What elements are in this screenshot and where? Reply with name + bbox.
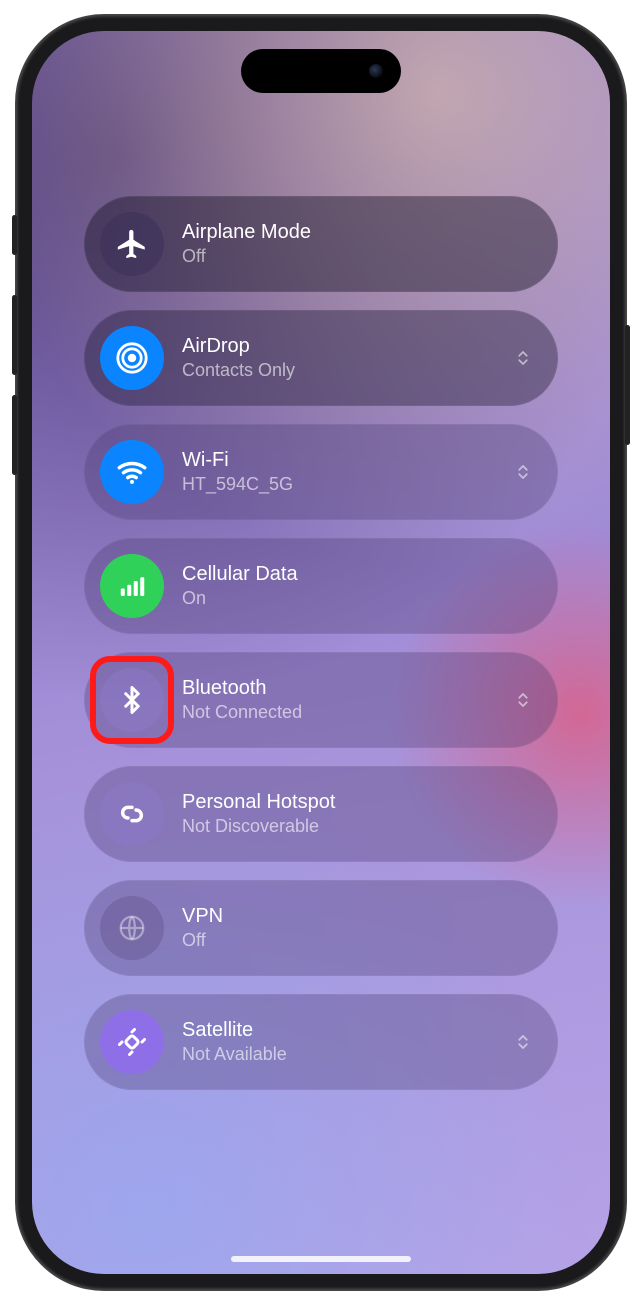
chevron-updown-icon[interactable]: [510, 1029, 536, 1055]
vpn-label: VPN: [182, 904, 536, 928]
airdrop-icon: [100, 326, 164, 390]
chevron-updown-icon[interactable]: [510, 687, 536, 713]
bluetooth-icon: [100, 668, 164, 732]
airplane-mode-label: Airplane Mode: [182, 220, 536, 244]
wifi-label: Wi-Fi: [182, 448, 510, 472]
airplane-icon: [100, 212, 164, 276]
personal-hotspot-status: Not Discoverable: [182, 816, 536, 838]
wifi-tile[interactable]: Wi-Fi HT_594C_5G: [84, 424, 558, 520]
cellular-data-status: On: [182, 588, 536, 610]
airplane-mode-tile[interactable]: Airplane Mode Off: [84, 196, 558, 292]
vpn-icon: [100, 896, 164, 960]
home-indicator[interactable]: [231, 1256, 411, 1262]
vpn-status: Off: [182, 930, 536, 952]
hotspot-icon: [100, 782, 164, 846]
wifi-icon: [100, 440, 164, 504]
chevron-updown-icon[interactable]: [510, 459, 536, 485]
volume-up-button: [12, 295, 17, 375]
wifi-status: HT_594C_5G: [182, 474, 510, 496]
chevron-updown-icon[interactable]: [510, 345, 536, 371]
airdrop-status: Contacts Only: [182, 360, 510, 382]
bluetooth-tile[interactable]: Bluetooth Not Connected: [84, 652, 558, 748]
satellite-status: Not Available: [182, 1044, 510, 1066]
satellite-tile[interactable]: Satellite Not Available: [84, 994, 558, 1090]
vpn-tile[interactable]: VPN Off: [84, 880, 558, 976]
airplane-mode-status: Off: [182, 246, 536, 268]
bluetooth-label: Bluetooth: [182, 676, 510, 700]
satellite-icon: [100, 1010, 164, 1074]
airdrop-label: AirDrop: [182, 334, 510, 358]
satellite-label: Satellite: [182, 1018, 510, 1042]
personal-hotspot-tile[interactable]: Personal Hotspot Not Discoverable: [84, 766, 558, 862]
iphone-frame: Airplane Mode Off AirDrop Contacts Only: [16, 15, 626, 1290]
bluetooth-status: Not Connected: [182, 702, 510, 724]
connectivity-panel: Airplane Mode Off AirDrop Contacts Only: [84, 196, 558, 1090]
screen: Airplane Mode Off AirDrop Contacts Only: [32, 31, 610, 1274]
cellular-data-tile[interactable]: Cellular Data On: [84, 538, 558, 634]
power-button: [625, 325, 630, 445]
airdrop-tile[interactable]: AirDrop Contacts Only: [84, 310, 558, 406]
personal-hotspot-label: Personal Hotspot: [182, 790, 536, 814]
cellular-icon: [100, 554, 164, 618]
volume-down-button: [12, 395, 17, 475]
mute-switch: [12, 215, 17, 255]
cellular-data-label: Cellular Data: [182, 562, 536, 586]
dynamic-island: [241, 49, 401, 93]
